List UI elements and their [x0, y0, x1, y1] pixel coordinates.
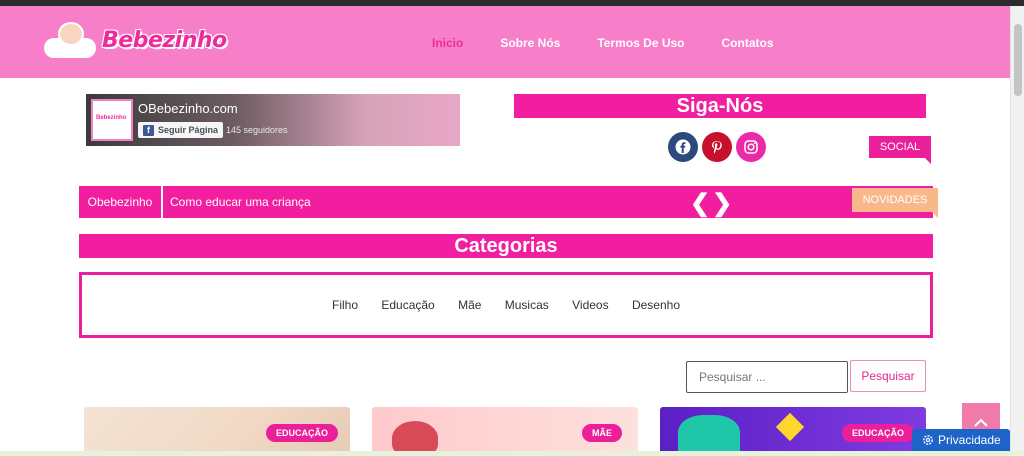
nav-item-termos-de-uso[interactable]: Termos De Uso: [597, 36, 684, 50]
bottom-strip: [0, 451, 1024, 456]
facebook-page-name[interactable]: OBebezinho.com: [138, 101, 238, 116]
post-card[interactable]: EDUCAÇÃO: [84, 407, 350, 456]
ticker-headline[interactable]: Como educar uma criança: [170, 186, 311, 218]
facebook-icon: f: [143, 124, 154, 136]
search-button[interactable]: Pesquisar: [850, 360, 926, 392]
chevron-left-icon[interactable]: ❮: [690, 190, 712, 217]
news-ticker: Obebezinho Como educar uma criança ❮❯: [79, 186, 933, 218]
facebook-page-thumbnail[interactable]: Bebezinho: [91, 99, 133, 141]
social-tag: SOCIAL: [869, 136, 931, 164]
post-card[interactable]: MÃE: [372, 407, 638, 456]
categories-title: Categorias: [79, 234, 933, 258]
category-badge[interactable]: EDUCAÇÃO: [842, 424, 915, 442]
ticker-label: Obebezinho: [87, 195, 153, 209]
page-scrollbar[interactable]: [1010, 6, 1024, 456]
category-link-mae[interactable]: Mãe: [458, 298, 481, 312]
category-links: Filho Educação Mãe Musicas Videos Desenh…: [82, 298, 930, 312]
logo-text: Bebezinho: [102, 27, 227, 53]
nav-item-contatos[interactable]: Contatos: [722, 36, 774, 50]
category-link-filho[interactable]: Filho: [332, 298, 358, 312]
site-logo[interactable]: Bebezinho: [44, 20, 227, 60]
category-badge[interactable]: EDUCAÇÃO: [266, 424, 339, 442]
social-icons: [668, 132, 766, 162]
thumbnail-logo-text: Bebezinho: [96, 115, 127, 121]
privacy-button[interactable]: Privacidade: [912, 429, 1010, 451]
baby-logo-icon: [44, 20, 100, 60]
novidades-tag: NOVIDADES: [852, 188, 938, 218]
nav-item-sobre-nos[interactable]: Sobre Nós: [500, 36, 560, 50]
search-input[interactable]: Pesquisar ...: [686, 361, 848, 393]
gear-icon: [923, 435, 933, 445]
followers-count: 145 seguidores: [226, 125, 288, 135]
facebook-icon[interactable]: [668, 132, 698, 162]
category-link-videos[interactable]: Videos: [572, 298, 608, 312]
privacy-label: Privacidade: [938, 433, 1001, 447]
card-image-illustration: [392, 421, 438, 455]
category-link-desenho[interactable]: Desenho: [632, 298, 680, 312]
scrollbar-thumb[interactable]: [1014, 24, 1022, 96]
nav-item-inicio[interactable]: Inicio: [432, 36, 463, 50]
facebook-page-widget[interactable]: Bebezinho OBebezinho.com f Seguir Página…: [86, 94, 460, 146]
card-image-illustration: [678, 415, 740, 456]
post-card[interactable]: EDUCAÇÃO: [660, 407, 926, 456]
follow-page-label: Seguir Página: [158, 125, 219, 135]
category-link-musicas[interactable]: Musicas: [505, 298, 549, 312]
categories-box: Filho Educação Mãe Musicas Videos Desenh…: [79, 272, 933, 338]
ticker-arrows: ❮❯: [690, 189, 734, 218]
star-decoration: [775, 412, 805, 442]
pinterest-icon[interactable]: [702, 132, 732, 162]
instagram-icon[interactable]: [736, 132, 766, 162]
main-nav: Inicio Sobre Nós Termos De Uso Contatos: [432, 36, 811, 50]
ticker-divider: [161, 186, 163, 218]
follow-page-button[interactable]: f Seguir Página: [138, 122, 224, 138]
chevron-up-icon: [974, 418, 988, 427]
site-header: Bebezinho Inicio Sobre Nós Termos De Uso…: [0, 6, 1010, 78]
chevron-right-icon[interactable]: ❯: [712, 190, 734, 217]
category-badge[interactable]: MÃE: [582, 424, 622, 442]
category-link-educacao[interactable]: Educação: [381, 298, 434, 312]
siga-nos-title: Siga-Nós: [514, 94, 926, 118]
